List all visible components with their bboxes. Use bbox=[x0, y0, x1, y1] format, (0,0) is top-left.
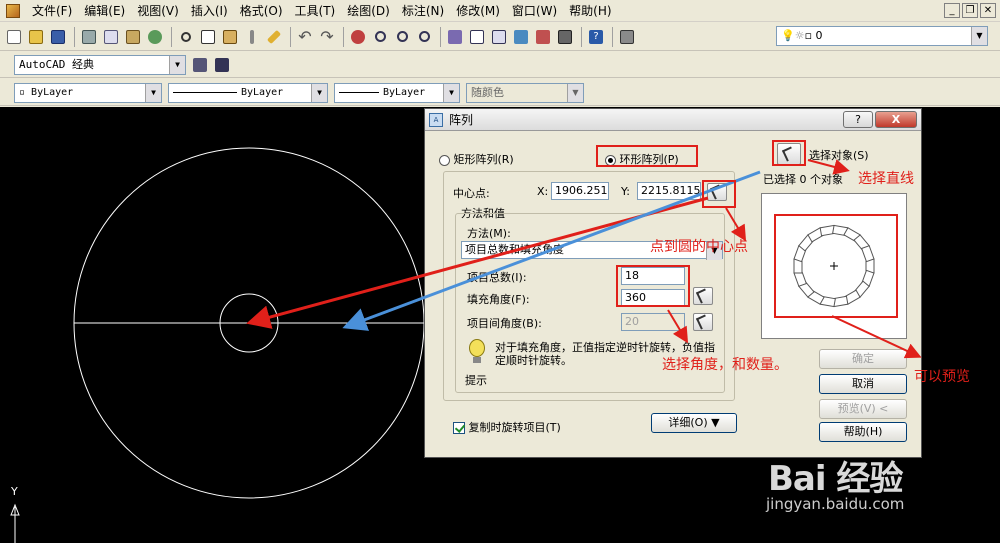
arrow-preview bbox=[831, 315, 922, 359]
highlight-pick-center bbox=[702, 180, 736, 208]
highlight-count-angle bbox=[616, 265, 690, 307]
annotation-can-preview: 可以预览 bbox=[914, 369, 970, 385]
highlight-select-objects bbox=[772, 140, 806, 166]
highlight-preview bbox=[774, 214, 898, 318]
arrow-center-point bbox=[725, 207, 747, 242]
annotation-select-angle-count: 选择角度，和数量。 bbox=[662, 357, 788, 373]
annotation-click-center: 点到圆的中心点 bbox=[650, 239, 748, 255]
highlight-polar-radio bbox=[596, 145, 698, 167]
watermark-brand: Bai 经验 bbox=[768, 459, 903, 499]
baidu-watermark: Bai 经验 jingyan.baidu.com bbox=[760, 445, 990, 535]
annotation-select-line: 选择直线 bbox=[858, 171, 914, 187]
watermark-url: jingyan.baidu.com bbox=[766, 495, 905, 513]
arrow-select-line bbox=[807, 159, 850, 175]
arrow-angle-count bbox=[667, 309, 689, 344]
